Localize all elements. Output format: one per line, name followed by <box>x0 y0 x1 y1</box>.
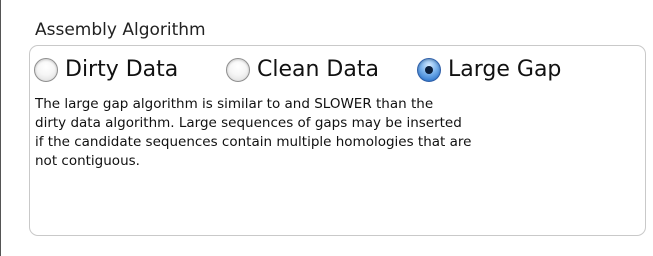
assembly-algorithm-group-title: Assembly Algorithm <box>35 20 206 40</box>
description-line: if the candidate sequences contain multi… <box>35 134 472 150</box>
description-line: The large gap algorithm is similar to an… <box>35 96 434 112</box>
clean-data-label[interactable]: Clean Data <box>257 50 379 90</box>
algorithm-radio-group: Dirty Data Clean Data Large Gap <box>34 50 634 90</box>
dirty-data-radio[interactable]: Dirty Data <box>34 50 178 90</box>
dirty-data-label[interactable]: Dirty Data <box>65 50 178 90</box>
radio-selected-dot-icon <box>425 66 433 74</box>
window-left-edge <box>0 0 1 256</box>
description-line: not contiguous. <box>35 153 140 169</box>
radio-unchecked-icon[interactable] <box>34 58 58 82</box>
algorithm-description: The large gap algorithm is similar to an… <box>35 95 635 171</box>
radio-checked-icon[interactable] <box>417 58 441 82</box>
description-line: dirty data algorithm. Large sequences of… <box>35 115 462 131</box>
large-gap-label[interactable]: Large Gap <box>448 50 561 90</box>
clean-data-radio[interactable]: Clean Data <box>226 50 379 90</box>
large-gap-radio[interactable]: Large Gap <box>417 50 561 90</box>
radio-unchecked-icon[interactable] <box>226 58 250 82</box>
